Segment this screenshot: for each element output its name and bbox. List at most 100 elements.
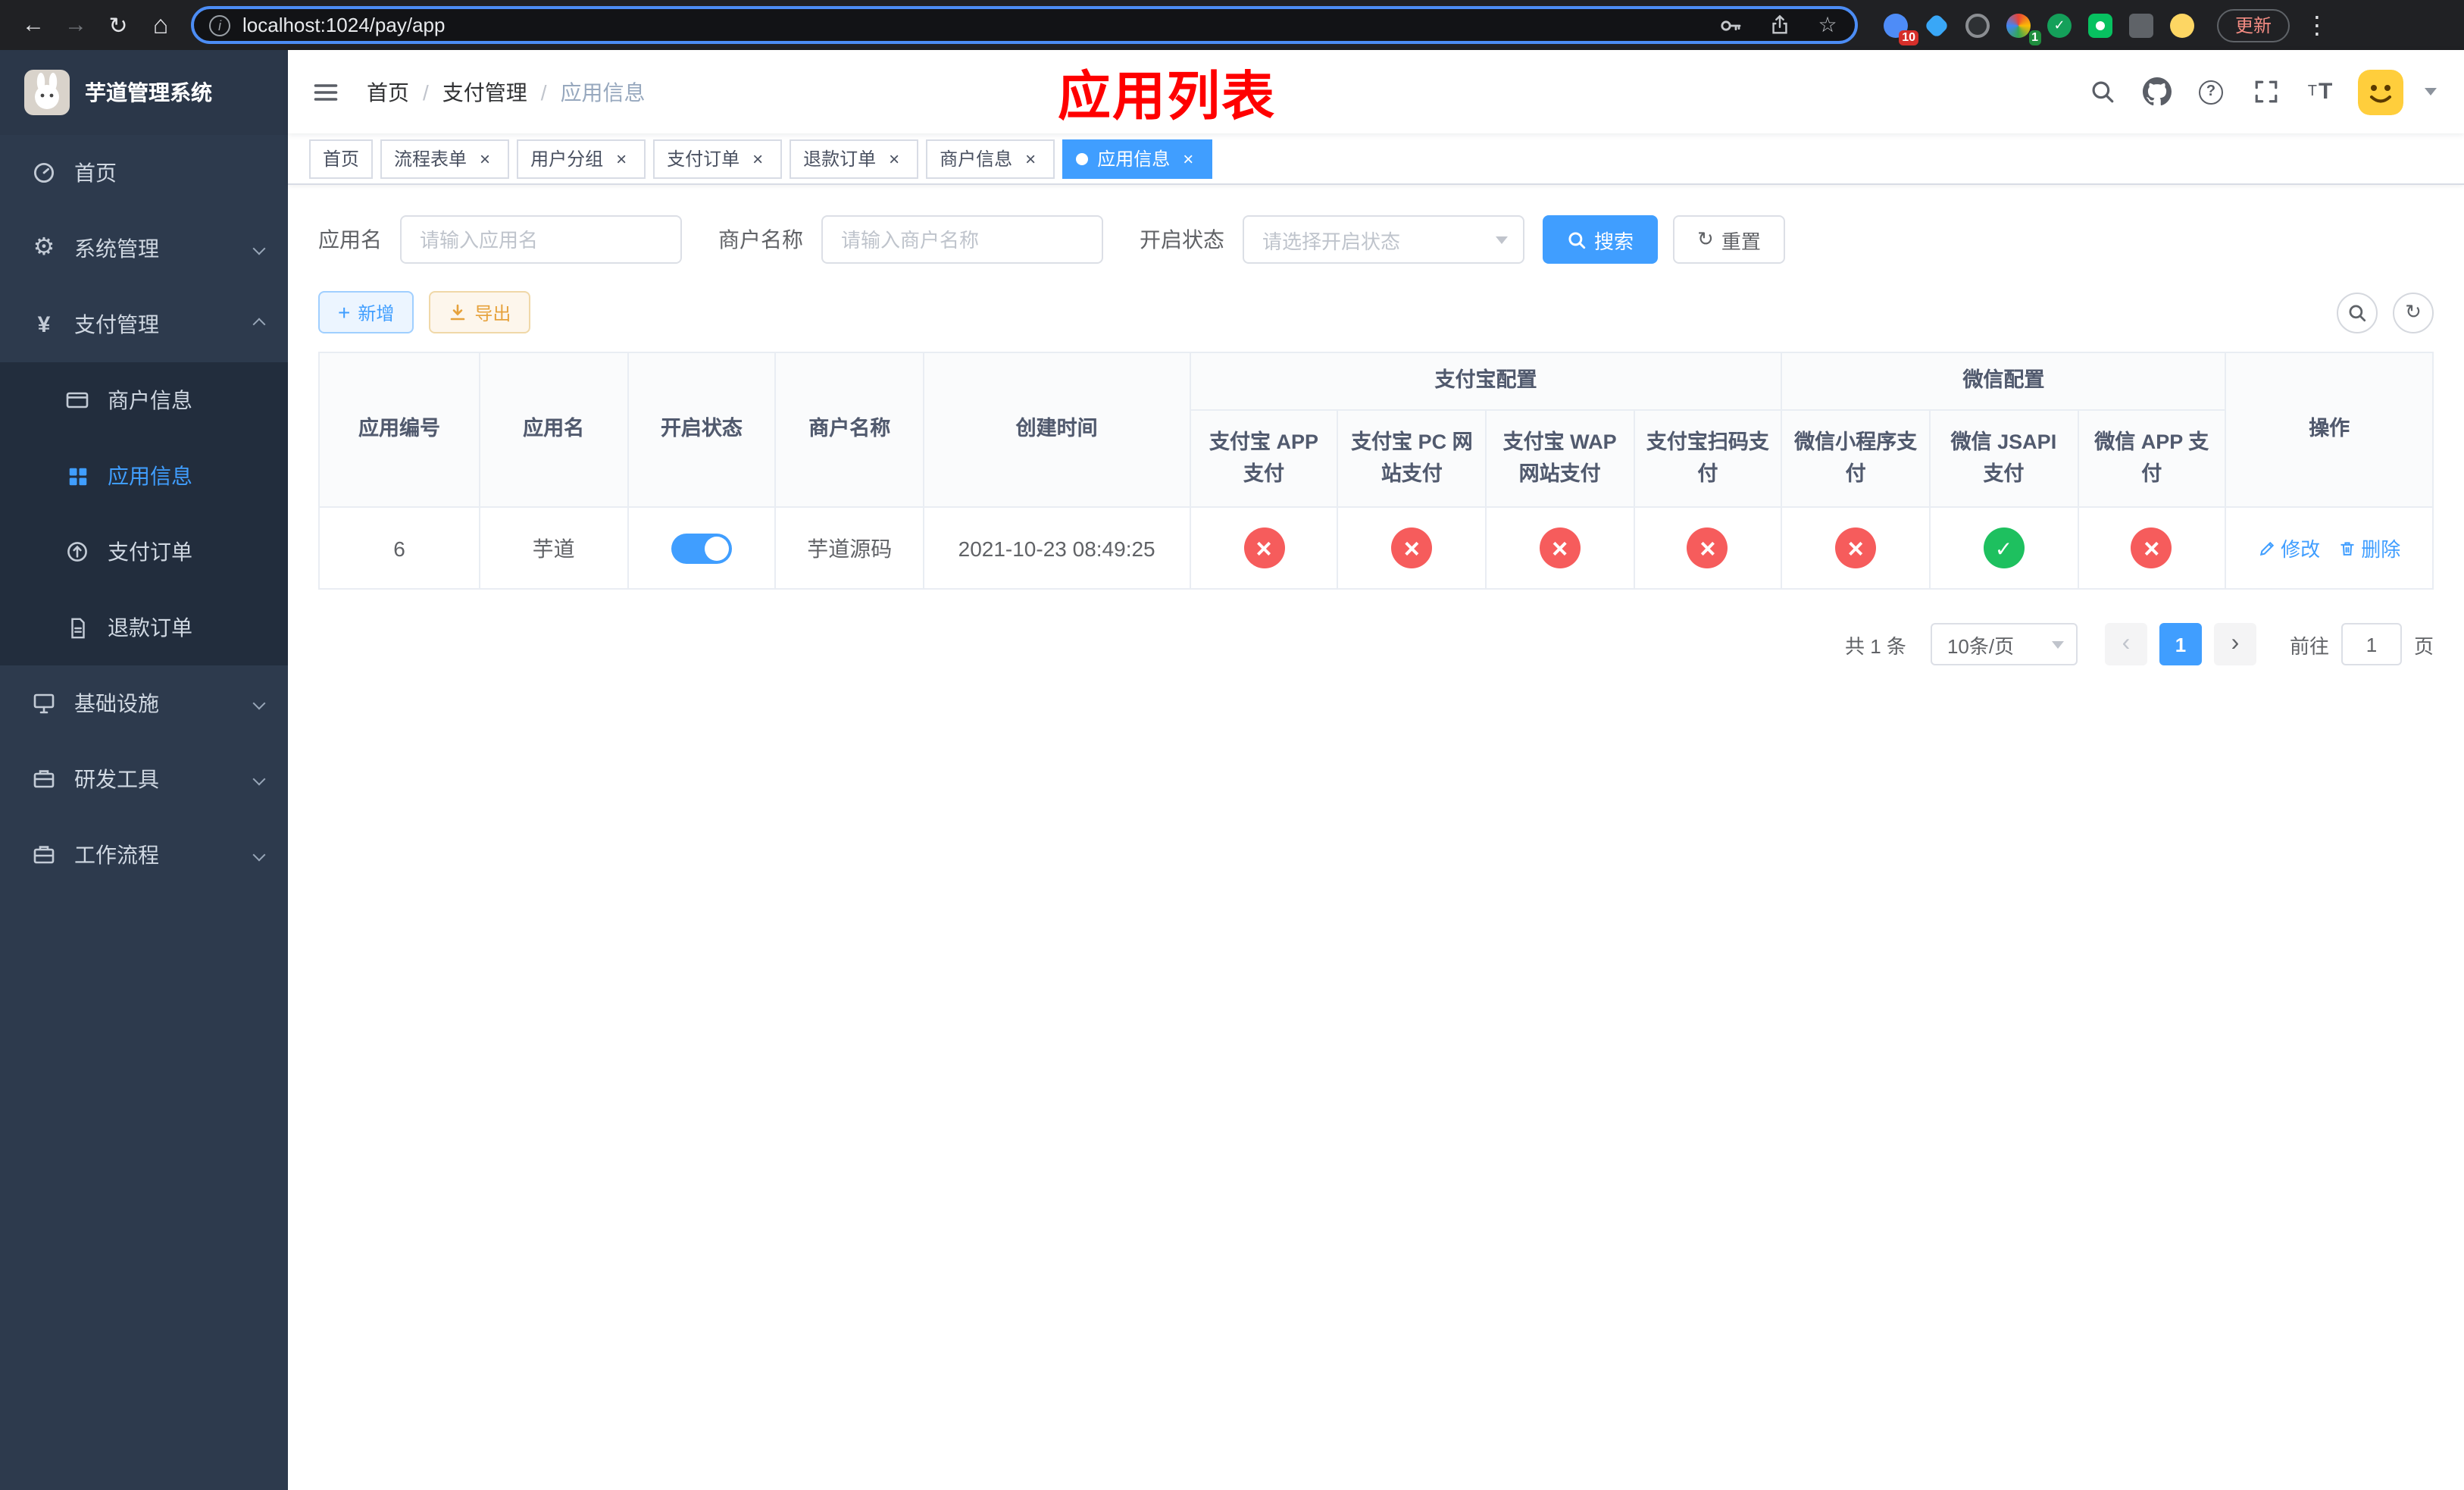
browser-menu-button[interactable] — [2296, 4, 2338, 46]
fullscreen-icon[interactable] — [2249, 75, 2282, 108]
browser-extension-icon[interactable] — [2128, 11, 2155, 39]
toolbox-icon — [30, 767, 58, 791]
sidebar-item-workflow[interactable]: 工作流程 — [0, 817, 288, 893]
tab-close-icon[interactable] — [883, 148, 905, 169]
refresh-button[interactable] — [2393, 292, 2434, 333]
sidebar-item-infrastructure[interactable]: 基础设施 — [0, 665, 288, 741]
tab-home[interactable]: 首页 — [309, 139, 374, 178]
browser-home-button[interactable] — [139, 4, 182, 46]
tab-refund-order[interactable]: 退款订单 — [790, 139, 919, 178]
browser-reload-button[interactable] — [97, 4, 139, 46]
address-bar[interactable]: localhost:1024/pay/app — [191, 6, 1858, 44]
tab-close-icon[interactable] — [747, 148, 768, 169]
merchant-name-label: 商户名称 — [718, 227, 803, 252]
tab-label: 商户信息 — [940, 149, 1013, 170]
delete-link[interactable]: 删除 — [2338, 534, 2400, 562]
sidebar-item-pay-order[interactable]: 支付订单 — [0, 514, 288, 590]
goto-page-input[interactable] — [2340, 623, 2402, 665]
tab-close-icon[interactable] — [474, 148, 496, 169]
browser-extension-icon[interactable]: 1 — [2005, 11, 2041, 45]
tab-app-info[interactable]: 应用信息 — [1062, 139, 1213, 178]
sidebar-item-app-info[interactable]: 应用信息 — [0, 438, 288, 514]
sidebar-item-home[interactable]: 首页 — [0, 135, 288, 211]
merchant-name-input[interactable] — [821, 215, 1103, 264]
tab-close-icon[interactable] — [611, 148, 632, 169]
col-header-operations: 操作 — [2225, 352, 2434, 508]
sidebar-item-dev-tools[interactable]: 研发工具 — [0, 741, 288, 817]
chevron-down-icon[interactable] — [2425, 88, 2437, 95]
browser-profile-avatar[interactable] — [2169, 11, 2196, 39]
col-header-alipay-pc: 支付宝 PC 网站支付 — [1337, 409, 1487, 508]
browser-extension-icon[interactable] — [1964, 11, 1991, 39]
site-info-icon[interactable] — [209, 14, 230, 36]
refresh-icon — [1697, 227, 1714, 252]
browser-update-button[interactable]: 更新 — [2217, 8, 2290, 42]
app-name-label: 应用名 — [318, 227, 382, 252]
page-size-value: 10条/页 — [1946, 634, 2015, 657]
breadcrumb-separator — [409, 80, 442, 104]
search-button[interactable]: 搜索 — [1543, 215, 1659, 264]
add-button[interactable]: 新增 — [318, 291, 414, 333]
status-toggle[interactable] — [671, 533, 732, 563]
key-icon[interactable] — [1712, 7, 1749, 43]
tab-close-icon[interactable] — [1020, 148, 1041, 169]
tab-close-icon[interactable] — [1177, 148, 1199, 169]
wechat-jsapi-status-icon — [1983, 527, 2025, 568]
sidebar-toggle-button[interactable] — [309, 75, 342, 108]
extension-glyph — [2088, 13, 2112, 37]
sidebar-item-label: 退款订单 — [108, 615, 192, 640]
breadcrumb-payment[interactable]: 支付管理 — [442, 77, 527, 107]
tab-process-form[interactable]: 流程表单 — [380, 139, 510, 178]
kebab-menu-icon — [2305, 10, 2329, 40]
github-icon[interactable] — [2140, 75, 2173, 108]
reset-button[interactable]: 重置 — [1673, 215, 1785, 264]
sidebar-item-system[interactable]: 系统管理 — [0, 211, 288, 286]
avatar[interactable] — [2358, 69, 2403, 114]
sidebar-item-refund-order[interactable]: 退款订单 — [0, 590, 288, 665]
app-name-input[interactable] — [400, 215, 682, 264]
select-placeholder: 请选择开启状态 — [1262, 230, 1401, 252]
next-page-button[interactable] — [2213, 623, 2256, 665]
prev-page-button[interactable] — [2104, 623, 2147, 665]
page-number-button[interactable]: 1 — [2159, 623, 2202, 665]
sidebar-item-merchant-info[interactable]: 商户信息 — [0, 362, 288, 438]
pagination-total: 共 1 条 — [1845, 634, 1906, 657]
browser-extension-icon[interactable] — [2087, 11, 2114, 39]
edit-label: 修改 — [2281, 538, 2321, 561]
edit-link[interactable]: 修改 — [2258, 534, 2320, 562]
export-button[interactable]: 导出 — [429, 291, 531, 333]
page-size-select[interactable]: 10条/页 — [1930, 623, 2078, 665]
share-icon[interactable] — [1761, 7, 1797, 43]
browser-extension-icon[interactable] — [1923, 11, 1950, 39]
sidebar-item-payment[interactable]: 支付管理 — [0, 286, 288, 362]
dashboard-icon — [30, 161, 58, 185]
search-icon[interactable] — [2085, 75, 2118, 108]
document-icon — [64, 616, 91, 639]
col-header-alipay-wap: 支付宝 WAP 网站支付 — [1484, 409, 1635, 508]
font-size-icon[interactable] — [2303, 75, 2337, 108]
wechat-app-status-icon — [2131, 527, 2172, 568]
bookmark-star-icon[interactable] — [1809, 7, 1846, 43]
status-select[interactable]: 请选择开启状态 — [1243, 215, 1524, 264]
browser-back-button[interactable] — [12, 4, 55, 46]
back-icon — [22, 12, 45, 38]
col-header-wechat-jsapi: 微信 JSAPI 支付 — [1928, 409, 2079, 508]
col-header-wechat-app: 微信 APP 支付 — [2077, 409, 2227, 508]
breadcrumb-home[interactable]: 首页 — [367, 77, 409, 107]
browser-extension-icon[interactable]: 10 — [1882, 11, 1918, 45]
help-icon[interactable] — [2194, 75, 2228, 108]
tab-label: 用户分组 — [530, 149, 604, 170]
sidebar-item-label: 系统管理 — [74, 236, 159, 261]
extension-badge: 10 — [1899, 30, 1918, 45]
tab-pay-order[interactable]: 支付订单 — [653, 139, 783, 178]
tab-user-group[interactable]: 用户分组 — [517, 139, 646, 178]
page-unit-label: 页 — [2413, 634, 2434, 657]
browser-forward-button[interactable] — [55, 4, 97, 46]
col-header-merchant: 商户名称 — [774, 352, 924, 508]
tab-merchant-info[interactable]: 商户信息 — [926, 139, 1055, 178]
toggle-search-button[interactable] — [2337, 292, 2378, 333]
cell-merchant: 芋道源码 — [774, 506, 924, 590]
extension-glyph — [2047, 13, 2072, 37]
browser-extension-icon[interactable] — [2046, 11, 2073, 39]
sidebar-item-label: 工作流程 — [74, 843, 159, 867]
